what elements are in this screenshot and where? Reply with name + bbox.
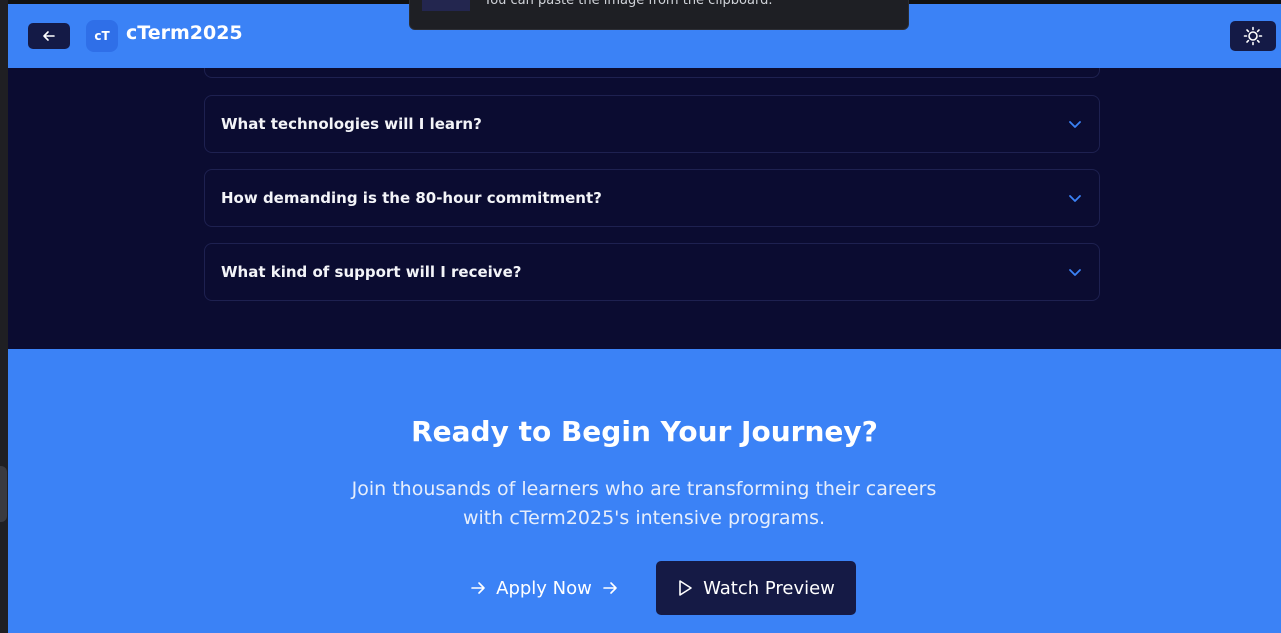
logo[interactable]: cT [86, 20, 118, 52]
theme-toggle-button[interactable] [1230, 21, 1276, 51]
side-handle[interactable] [0, 466, 7, 522]
arrow-right-icon [470, 580, 486, 596]
apply-now-button[interactable]: Apply Now [464, 561, 624, 615]
faq-item-technologies[interactable]: What technologies will I learn? [204, 95, 1100, 153]
faq-item-commitment[interactable]: How demanding is the 80-hour commitment? [204, 169, 1100, 227]
toast-message: You can paste the image from the clipboa… [484, 0, 773, 8]
brand-name[interactable]: cTerm2025 [126, 22, 243, 44]
chevron-down-icon [1067, 264, 1083, 280]
chevron-down-icon [1067, 116, 1083, 132]
arrow-left-icon [42, 29, 56, 43]
cta-subtitle: Join thousands of learners who are trans… [351, 478, 937, 529]
clipboard-toast: You can paste the image from the clipboa… [409, 0, 909, 30]
faq-question: How demanding is the 80-hour commitment? [221, 189, 602, 207]
back-button[interactable] [28, 23, 70, 49]
chevron-down-icon [1067, 190, 1083, 206]
arrow-right-icon [602, 580, 618, 596]
cta-section: Ready to Begin Your Journey? Join thousa… [8, 349, 1281, 633]
play-icon [677, 579, 693, 597]
faq-question: What technologies will I learn? [221, 115, 482, 133]
toast-thumbnail [422, 0, 470, 11]
apply-now-label: Apply Now [496, 577, 592, 599]
faq-question: What kind of support will I receive? [221, 263, 522, 281]
cta-title: Ready to Begin Your Journey? [411, 415, 878, 448]
watch-preview-button[interactable]: Watch Preview [656, 561, 856, 615]
window-left-edge [0, 0, 8, 633]
page-frame: What technologies will I learn? How dema… [8, 0, 1281, 633]
faq-item-support[interactable]: What kind of support will I receive? [204, 243, 1100, 301]
sun-icon [1243, 26, 1263, 46]
watch-preview-label: Watch Preview [703, 577, 835, 599]
